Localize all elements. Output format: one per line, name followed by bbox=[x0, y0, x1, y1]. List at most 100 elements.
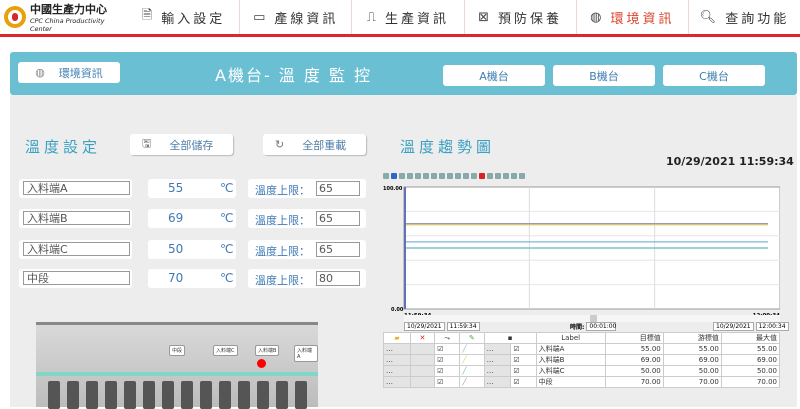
nav-environment[interactable]: ◍ 環境資訊 bbox=[577, 0, 689, 34]
chart-tool-icon[interactable] bbox=[495, 173, 501, 179]
delete-icon[interactable]: ✕ bbox=[409, 332, 436, 344]
nav-input-settings[interactable]: 🗎 輸入設定 bbox=[128, 0, 241, 34]
marker-checkbox[interactable]: ☑ bbox=[510, 376, 537, 388]
series-label: 中段 bbox=[535, 376, 606, 388]
start-date-input[interactable]: 10/29/2021 bbox=[404, 322, 445, 331]
chart-tool-icon[interactable] bbox=[383, 173, 389, 179]
chart-toolbar bbox=[383, 173, 525, 179]
color-swatch[interactable]: ╱ bbox=[459, 365, 485, 377]
chart-scrollbar[interactable] bbox=[404, 315, 780, 322]
start-time-input[interactable]: 11:59:34 bbox=[446, 322, 480, 331]
row-menu-button[interactable]: … bbox=[483, 365, 512, 377]
marker-checkbox[interactable]: ☑ bbox=[510, 343, 537, 355]
row-menu-button[interactable]: … bbox=[383, 376, 411, 388]
chart-tool-icon[interactable] bbox=[455, 173, 461, 179]
temperature-limit-input[interactable]: 65 bbox=[316, 181, 360, 196]
sensor-name-input[interactable]: 入料端A bbox=[23, 181, 130, 195]
temperature-settings-title: 溫度設定 bbox=[25, 138, 102, 156]
chart-tool-icon[interactable] bbox=[407, 173, 413, 179]
machine-unit bbox=[219, 381, 231, 409]
machine-b-button[interactable]: B機台 bbox=[553, 65, 655, 86]
cpc-logo[interactable]: 中國生產力中心 CPC China Productivity Center bbox=[0, 0, 128, 34]
chart-tool-icon[interactable] bbox=[471, 173, 477, 179]
duration-input[interactable]: 00:01:00 bbox=[586, 322, 617, 331]
temperature-limit-input[interactable]: 65 bbox=[316, 211, 360, 226]
sensor-name-input[interactable]: 中段 bbox=[23, 271, 130, 285]
machine-unit bbox=[257, 381, 269, 409]
chart-tool-icon[interactable] bbox=[487, 173, 493, 179]
chart-tool-icon[interactable] bbox=[511, 173, 517, 179]
machine-unit bbox=[124, 381, 136, 409]
chart-tool-icon[interactable] bbox=[439, 173, 445, 179]
chart-tool-icon[interactable] bbox=[415, 173, 421, 179]
max-value: 69.00 bbox=[720, 354, 781, 366]
reload-all-button[interactable]: ↻ 全部重載 bbox=[263, 134, 366, 155]
series-label: 入料端C bbox=[535, 365, 606, 377]
folder-icon[interactable]: ▰ bbox=[383, 332, 411, 344]
chart-tool-icon[interactable] bbox=[479, 173, 485, 179]
temperature-limit-input[interactable]: 65 bbox=[316, 242, 360, 257]
table-row[interactable]: … ☑ ╱ … ☑ 中段 70.00 70.00 70.00 bbox=[383, 376, 781, 388]
chart-tool-icon[interactable] bbox=[423, 173, 429, 179]
machine-unit bbox=[238, 381, 250, 409]
temperature-limit-label: 溫度上限： bbox=[255, 184, 310, 197]
marker-checkbox[interactable]: ☑ bbox=[510, 354, 537, 366]
color-swatch[interactable]: ╱ bbox=[459, 376, 485, 388]
trend-chart: 100.000.0011:59:3412:00:34 10/29/2021 11… bbox=[383, 171, 789, 406]
row-cell bbox=[409, 376, 436, 388]
end-time-input[interactable]: 12:00:34 bbox=[755, 322, 789, 331]
target-value: 70.00 bbox=[604, 376, 664, 388]
row-menu-button[interactable]: … bbox=[383, 343, 411, 355]
nav-maintenance[interactable]: ⊠ 預防保養 bbox=[465, 0, 577, 34]
chart-tool-icon[interactable] bbox=[463, 173, 469, 179]
chart-tool-icon[interactable] bbox=[399, 173, 405, 179]
machine-stripe bbox=[36, 372, 318, 376]
temperature-limit-input[interactable]: 80 bbox=[316, 271, 360, 286]
end-date-input[interactable]: 10/29/2021 bbox=[713, 322, 754, 331]
chart-tool-icon[interactable] bbox=[447, 173, 453, 179]
row-menu-button[interactable]: … bbox=[383, 354, 411, 366]
table-row[interactable]: … ☑ ╱ … ☑ 入料端A 55.00 55.00 55.00 bbox=[383, 343, 781, 355]
env-info-button[interactable]: ◍ 環境資訊 bbox=[18, 62, 120, 83]
machine-a-button[interactable]: A機台 bbox=[443, 65, 545, 86]
marker-checkbox[interactable]: ☑ bbox=[510, 365, 537, 377]
visible-checkbox[interactable]: ☑ bbox=[434, 365, 461, 377]
reload-all-label: 全部重載 bbox=[302, 138, 347, 152]
scroll-thumb[interactable] bbox=[590, 315, 597, 322]
sensor-name-input[interactable]: 入料端B bbox=[23, 211, 130, 225]
nav-line-info[interactable]: ▭ 產線資訊 bbox=[240, 0, 353, 34]
save-all-button[interactable]: 🖫 全部儲存 bbox=[130, 134, 233, 155]
temperature-value: 69 bbox=[168, 211, 184, 225]
nav-query[interactable]: 🔍︎ 查詢功能 bbox=[689, 0, 800, 34]
machine-unit bbox=[105, 381, 117, 409]
chart-tool-icon[interactable] bbox=[391, 173, 397, 179]
visible-checkbox[interactable]: ☑ bbox=[434, 343, 461, 355]
row-cell bbox=[409, 365, 436, 377]
chart-tool-icon[interactable] bbox=[431, 173, 437, 179]
temperature-unit: ℃ bbox=[220, 271, 234, 285]
color-swatch[interactable]: ╱ bbox=[459, 343, 485, 355]
row-menu-button[interactable]: … bbox=[483, 343, 512, 355]
visible-checkbox[interactable]: ☑ bbox=[434, 354, 461, 366]
machine-unit bbox=[67, 381, 79, 409]
target-value: 50.00 bbox=[604, 365, 664, 377]
chart-tool-icon[interactable] bbox=[503, 173, 509, 179]
machine-unit bbox=[181, 381, 193, 409]
machine-unit bbox=[276, 381, 288, 409]
visible-checkbox[interactable]: ☑ bbox=[434, 376, 461, 388]
nav-production-info[interactable]: ⎍ 生產資訊 bbox=[352, 0, 465, 34]
row-menu-button[interactable]: … bbox=[483, 376, 512, 388]
machine-c-button[interactable]: C機台 bbox=[663, 65, 765, 86]
color-swatch[interactable]: ╱ bbox=[459, 354, 485, 366]
row-cell bbox=[409, 354, 436, 366]
env-info-label: 環境資訊 bbox=[58, 66, 103, 80]
trend-chart-svg: 100.000.0011:59:3412:00:34 bbox=[383, 186, 780, 319]
table-row[interactable]: … ☑ ╱ … ☑ 入料端B 69.00 69.00 69.00 bbox=[383, 354, 781, 366]
sensor-name-input[interactable]: 入料端C bbox=[23, 242, 130, 256]
row-menu-button[interactable]: … bbox=[483, 354, 512, 366]
chart-tool-icon[interactable] bbox=[519, 173, 525, 179]
row-menu-button[interactable]: … bbox=[383, 365, 411, 377]
series-label: 入料端A bbox=[535, 343, 606, 355]
nav-label: 預防保養 bbox=[498, 11, 563, 27]
table-row[interactable]: … ☑ ╱ … ☑ 入料端C 50.00 50.00 50.00 bbox=[383, 365, 781, 377]
